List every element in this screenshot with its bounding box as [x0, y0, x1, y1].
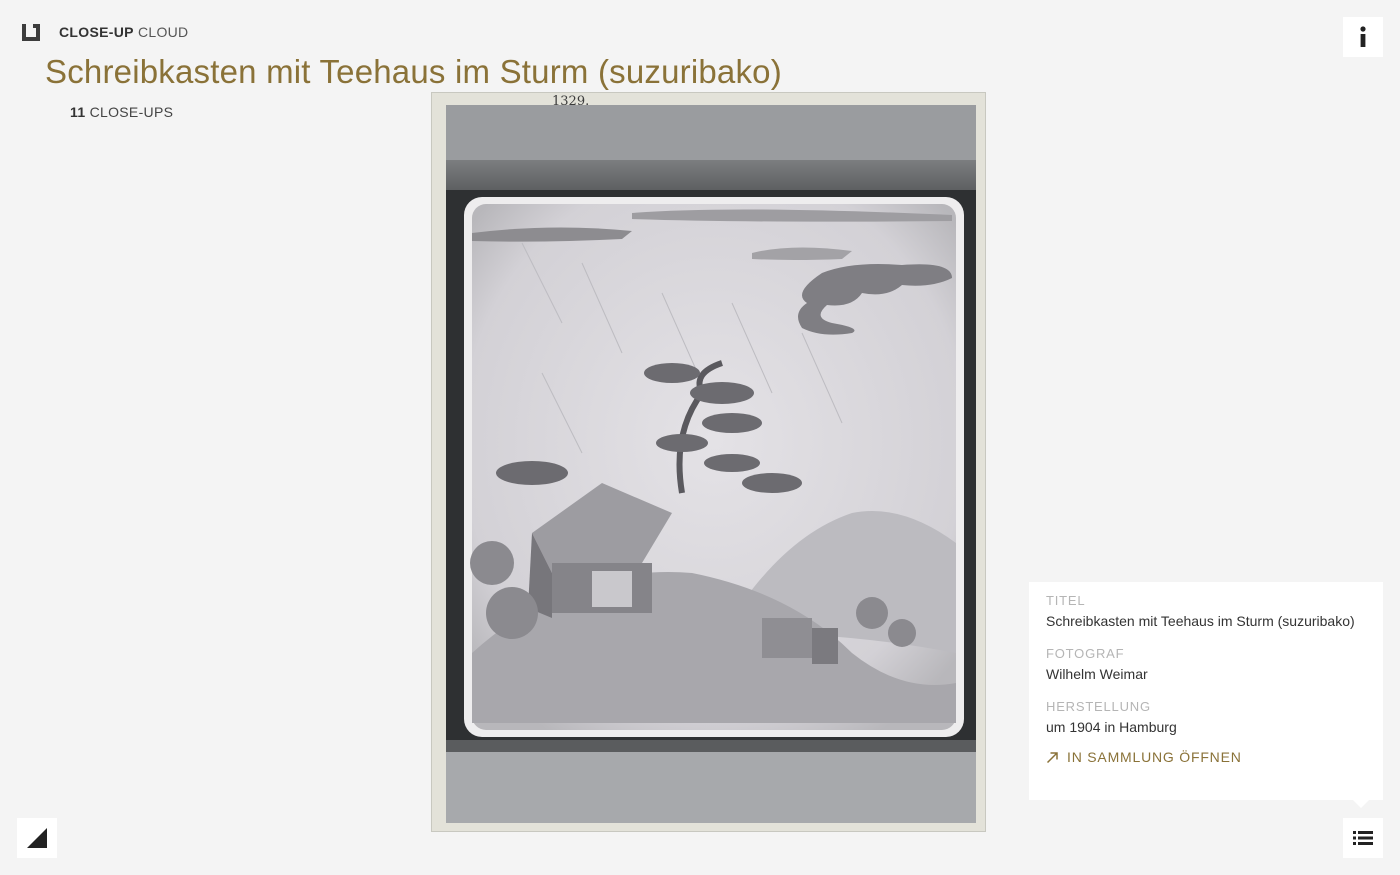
- page-title: Schreibkasten mit Teehaus im Sturm (suzu…: [45, 53, 782, 90]
- corner-triangle-icon: [27, 828, 47, 848]
- closeup-count-number: 11: [70, 104, 86, 120]
- fullscreen-button[interactable]: [17, 818, 57, 858]
- open-in-collection-label: IN SAMMLUNG ÖFFNEN: [1067, 749, 1242, 765]
- meta-production-value: um 1904 in Hamburg: [1046, 719, 1177, 735]
- brand[interactable]: CLOSE-UP CLOUD: [20, 21, 188, 43]
- app-root: CLOSE-UP CLOUD Schreibkasten mit Teehaus…: [0, 0, 1400, 875]
- bracket-logo-icon: [22, 24, 40, 41]
- meta-photographer-value: Wilhelm Weimar: [1046, 666, 1148, 682]
- closeup-count-label: CLOSE-UPS: [89, 104, 174, 120]
- meta-title-label: TITEL: [1046, 593, 1086, 608]
- meta-production-label: HERSTELLUNG: [1046, 699, 1151, 714]
- meta-title-value: Schreibkasten mit Teehaus im Sturm (suzu…: [1046, 613, 1355, 629]
- photo-viewer[interactable]: 1329.: [432, 93, 985, 831]
- glass-plate-photo: 1329.: [432, 93, 985, 831]
- info-button[interactable]: [1343, 17, 1383, 57]
- meta-photographer-label: FOTOGRAF: [1046, 646, 1125, 661]
- arrow-up-right-icon: [1046, 751, 1058, 763]
- metadata-panel: TITEL Schreibkasten mit Teehaus im Sturm…: [1029, 582, 1383, 808]
- info-icon: [1360, 26, 1366, 47]
- closeup-count[interactable]: 11 CLOSE-UPS: [70, 104, 173, 120]
- open-in-collection-link[interactable]: IN SAMMLUNG ÖFFNEN: [1046, 749, 1366, 765]
- brand-name-light: CLOUD: [137, 24, 189, 40]
- list-icon: [1353, 831, 1373, 845]
- brand-name-strong: CLOSE-UP: [59, 24, 134, 40]
- list-button[interactable]: [1343, 818, 1383, 858]
- plate-annotation: 1329.: [552, 94, 589, 109]
